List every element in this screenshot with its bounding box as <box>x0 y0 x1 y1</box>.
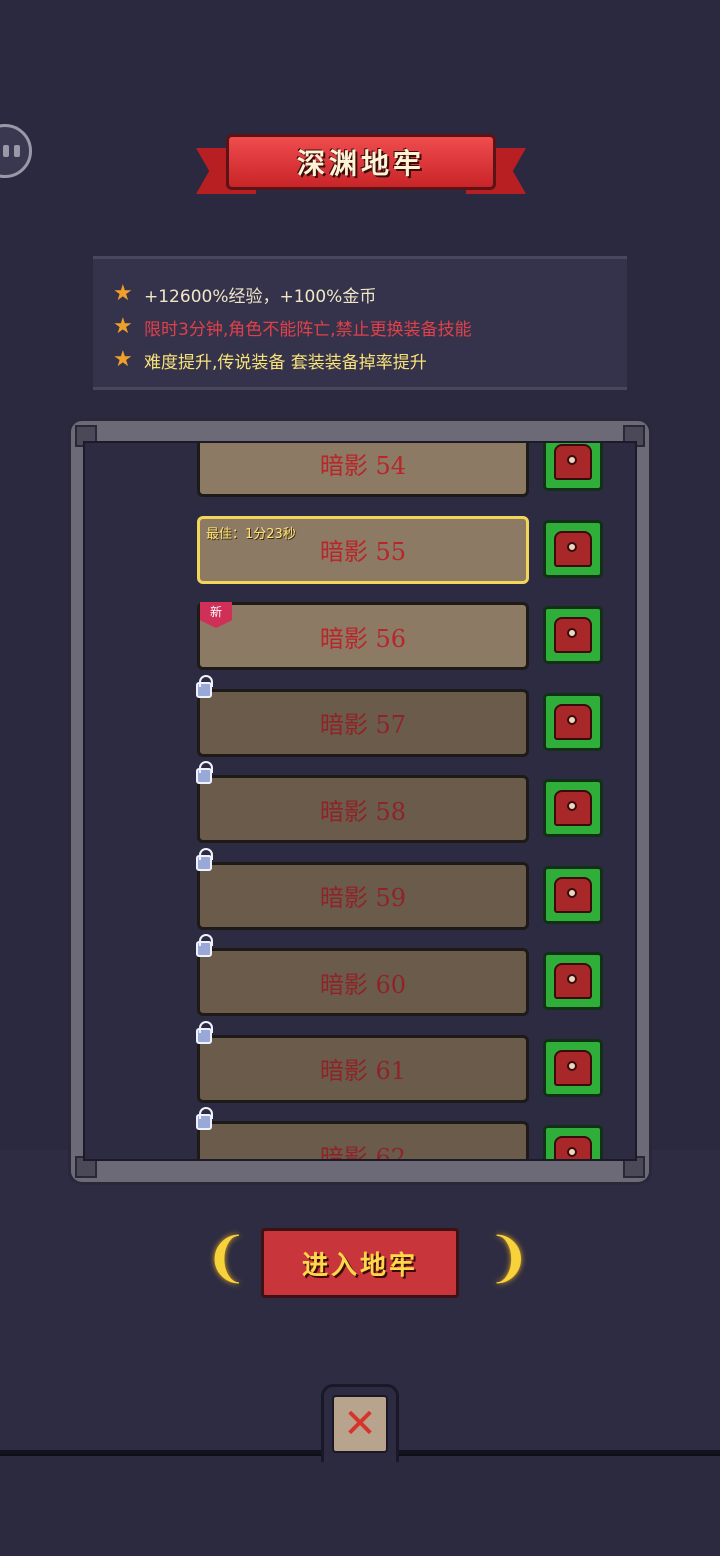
lock-icon <box>196 761 213 784</box>
title-ribbon: 深渊地牢 <box>196 130 526 204</box>
enter-dungeon-label: 进入地牢 <box>301 1250 418 1281</box>
close-button[interactable]: ✕ <box>321 1384 399 1462</box>
lock-icon <box>196 934 213 957</box>
level-name: 暗影 62 <box>319 1143 407 1160</box>
treasure-chest-icon[interactable] <box>543 1038 603 1097</box>
treasure-chest-icon[interactable] <box>543 1125 603 1159</box>
level-name: 暗影 58 <box>319 797 407 826</box>
level-name: 暗影 56 <box>319 624 407 653</box>
level-list-frame: 暗影 54 暗影 55 最佳：1分23秒暗影 56 新暗影 57 暗影 58 暗影 59 暗… <box>68 418 652 1185</box>
level-name: 暗影 61 <box>319 1057 407 1085</box>
treasure-chest-icon[interactable] <box>543 519 603 578</box>
treasure-chest-icon[interactable] <box>543 952 603 1010</box>
level-card[interactable]: 暗影 61 <box>196 1020 529 1103</box>
info-row: ★ +12600%经验，+100%金币 <box>113 281 376 307</box>
left-wing-icon: ❨ <box>204 1226 250 1289</box>
treasure-chest-icon[interactable] <box>543 443 603 491</box>
right-wing-icon: ❩ <box>486 1226 532 1289</box>
lock-icon <box>196 1020 213 1044</box>
level-name: 暗影 60 <box>319 970 407 999</box>
level-name: 暗影 59 <box>319 884 407 912</box>
level-name: 暗影 54 <box>319 451 407 480</box>
treasure-chest-icon[interactable] <box>543 606 603 664</box>
lock-icon <box>196 674 213 698</box>
level-name: 暗影 55 <box>319 538 407 566</box>
enter-dungeon-button[interactable]: 进入地牢 <box>261 1228 459 1298</box>
best-time: 最佳：1分23秒 <box>206 526 296 542</box>
treasure-chest-icon[interactable] <box>543 692 603 751</box>
lock-icon <box>196 847 213 871</box>
info-row: ★ 限时3分钟,角色不能阵亡,禁止更换装备技能 <box>113 314 472 340</box>
dungeon-info-box: ★ +12600%经验，+100%金币 ★ 限时3分钟,角色不能阵亡,禁止更换装… <box>93 256 627 390</box>
level-list[interactable]: 暗影 54 暗影 55 最佳：1分23秒暗影 56 新暗影 57 暗影 58 暗影 59 暗… <box>85 443 639 1159</box>
bottom-panel <box>0 1454 720 1556</box>
level-card[interactable]: 暗影 62 <box>196 1107 529 1160</box>
lock-icon <box>196 1107 213 1130</box>
star-icon: ★ <box>113 314 133 339</box>
page-title: 深渊地牢 <box>296 147 425 180</box>
treasure-chest-icon[interactable] <box>543 779 603 837</box>
info-row: ★ 难度提升,传说装备 套装装备掉率提升 <box>113 347 427 373</box>
new-badge: 新 <box>200 602 232 628</box>
level-card[interactable]: 暗影 59 <box>196 847 529 930</box>
level-card[interactable]: 暗影 55 最佳：1分23秒 <box>197 515 529 584</box>
info-text: 限时3分钟,角色不能阵亡,禁止更换装备技能 <box>144 319 472 340</box>
level-name: 暗影 57 <box>319 711 407 739</box>
star-icon: ★ <box>113 347 133 372</box>
level-card[interactable]: 暗影 58 <box>196 761 529 843</box>
info-text: +12600%经验，+100%金币 <box>144 286 377 307</box>
level-card[interactable]: 暗影 56 新 <box>197 602 529 670</box>
info-text: 难度提升,传说装备 套装装备掉率提升 <box>144 352 427 373</box>
level-card[interactable]: 暗影 60 <box>196 934 529 1016</box>
close-icon: ✕ <box>332 1395 388 1453</box>
level-card[interactable]: 暗影 57 <box>196 674 529 757</box>
star-icon: ★ <box>113 281 133 306</box>
level-card[interactable]: 暗影 54 <box>197 443 529 497</box>
pause-icon[interactable] <box>0 124 32 178</box>
treasure-chest-icon[interactable] <box>543 865 603 924</box>
